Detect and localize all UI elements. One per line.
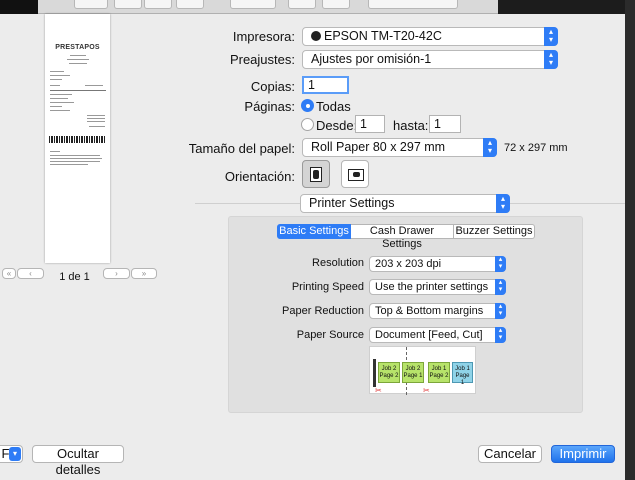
tab-cash-drawer-settings[interactable]: Cash Drawer Settings <box>351 224 454 250</box>
toolbar-button[interactable] <box>144 0 172 9</box>
background-window-edge <box>625 0 635 480</box>
presets-popup[interactable]: Ajustes por omisión-1 ▴ ▾ <box>302 50 558 69</box>
printing-speed-value: Use the printer settings <box>375 281 489 293</box>
scissors-icon: ✂ <box>375 386 382 395</box>
preview-barcode <box>49 136 106 143</box>
resolution-value: 203 x 203 dpi <box>375 258 442 270</box>
hide-details-button[interactable]: Ocultar detalles <box>32 445 124 477</box>
print-button[interactable]: Imprimir <box>551 445 615 463</box>
printer-popup[interactable]: EPSON TM-T20-42C ▴ ▾ <box>302 27 558 46</box>
printing-speed-label: Printing Speed <box>291 281 364 293</box>
paper-reduction-value: Top & Bottom margins <box>375 305 484 317</box>
presets-value: Ajustes por omisión-1 <box>311 52 432 66</box>
next-page-button[interactable]: › <box>103 268 130 279</box>
paper-source-label: Paper Source <box>296 329 364 341</box>
paper-size-dims: 72 x 297 mm <box>504 142 568 154</box>
toolbar-button[interactable] <box>114 0 142 9</box>
resolution-label: Resolution <box>312 257 364 269</box>
copies-field[interactable]: 1 <box>302 76 349 94</box>
paper-size-value: Roll Paper 80 x 297 mm <box>311 140 446 154</box>
paper-reduction-popup[interactable]: Top & Bottom margins ▴ ▾ <box>369 303 506 319</box>
pages-to-field[interactable]: 1 <box>429 115 461 133</box>
chevron-updown-icon: ▴ ▾ <box>544 27 558 46</box>
pages-label: Páginas: <box>244 99 295 114</box>
section-value: Printer Settings <box>309 196 395 210</box>
background-toolbar <box>38 0 498 14</box>
diagram-job2-page1: Job 2 Page 1 <box>402 362 424 383</box>
chevron-updown-icon: ▴ ▾ <box>495 256 506 272</box>
first-page-button[interactable]: « <box>2 268 16 279</box>
chevron-updown-icon: ▴ ▾ <box>496 194 510 213</box>
diagram-job2-page2: Job 2 Page 2 <box>378 362 400 383</box>
printer-label: Impresora: <box>232 29 295 44</box>
toolbar-button[interactable] <box>230 0 276 9</box>
printer-icon <box>311 31 321 41</box>
diagram-job1-page2: Job 1 Page 2 <box>428 362 450 383</box>
prev-page-button[interactable]: ‹ <box>17 268 44 279</box>
paper-reduction-label: Paper Reduction <box>282 305 364 317</box>
toolbar-button[interactable] <box>176 0 204 9</box>
pages-all-label: Todas <box>316 99 351 114</box>
toolbar-button[interactable] <box>288 0 316 9</box>
preview-brand: PRESTAPOS <box>55 44 100 51</box>
paper-size-popup[interactable]: Roll Paper 80 x 297 mm ▴ ▾ <box>302 138 497 157</box>
chevron-down-icon: ▾ <box>9 447 21 461</box>
paper-source-value: Document [Feed, Cut] <box>375 329 483 341</box>
landscape-orientation-button[interactable] <box>341 160 369 188</box>
chevron-updown-icon: ▴ ▾ <box>495 279 506 295</box>
paper-source-popup[interactable]: Document [Feed, Cut] ▴ ▾ <box>369 327 506 343</box>
orientation-label: Orientación: <box>224 169 295 184</box>
cancel-button[interactable]: Cancelar <box>478 445 542 463</box>
tab-buzzer-settings[interactable]: Buzzer Settings <box>454 224 535 239</box>
pages-to-label: hasta: <box>393 118 429 133</box>
paper-source-diagram: Job 2 Page 2 Job 2 Page 1 Job 1 Page 2 Job … <box>369 346 476 395</box>
section-popup[interactable]: Printer Settings ▴ ▾ <box>300 194 510 213</box>
copies-label: Copias: <box>250 79 295 94</box>
toolbar-button[interactable] <box>74 0 108 9</box>
page-indicator: 1 de 1 <box>59 271 90 283</box>
pdf-menu-button[interactable]: F ▾ <box>0 445 23 463</box>
chevron-updown-icon: ▴ ▾ <box>483 138 497 157</box>
toolbar-button[interactable] <box>322 0 350 9</box>
presets-label: Preajustes: <box>229 52 295 67</box>
pages-from-label: Desde: <box>316 118 358 133</box>
chevron-updown-icon: ▴ ▾ <box>495 303 506 319</box>
diagram-job1-page1: Job 1 Page 1 <box>452 362 473 386</box>
pages-all-radio[interactable] <box>301 99 314 112</box>
pages-from-field[interactable]: 1 <box>355 115 385 133</box>
pages-range-radio[interactable] <box>301 118 314 131</box>
print-preview: PRESTAPOS <box>45 14 110 263</box>
paper-size-label: Tamaño del papel: <box>188 141 295 156</box>
scissors-icon: ✂ <box>423 386 430 395</box>
portrait-orientation-button[interactable] <box>302 160 330 188</box>
last-page-button[interactable]: » <box>131 268 157 279</box>
printing-speed-popup[interactable]: Use the printer settings ▴ ▾ <box>369 279 506 295</box>
chevron-updown-icon: ▴ ▾ <box>495 327 506 343</box>
toolbar-search[interactable] <box>368 0 458 9</box>
tab-basic-settings[interactable]: Basic Settings <box>277 224 351 239</box>
chevron-updown-icon: ▴ ▾ <box>544 50 558 69</box>
printer-value: EPSON TM-T20-42C <box>324 29 442 43</box>
resolution-popup[interactable]: 203 x 203 dpi ▴ ▾ <box>369 256 506 272</box>
